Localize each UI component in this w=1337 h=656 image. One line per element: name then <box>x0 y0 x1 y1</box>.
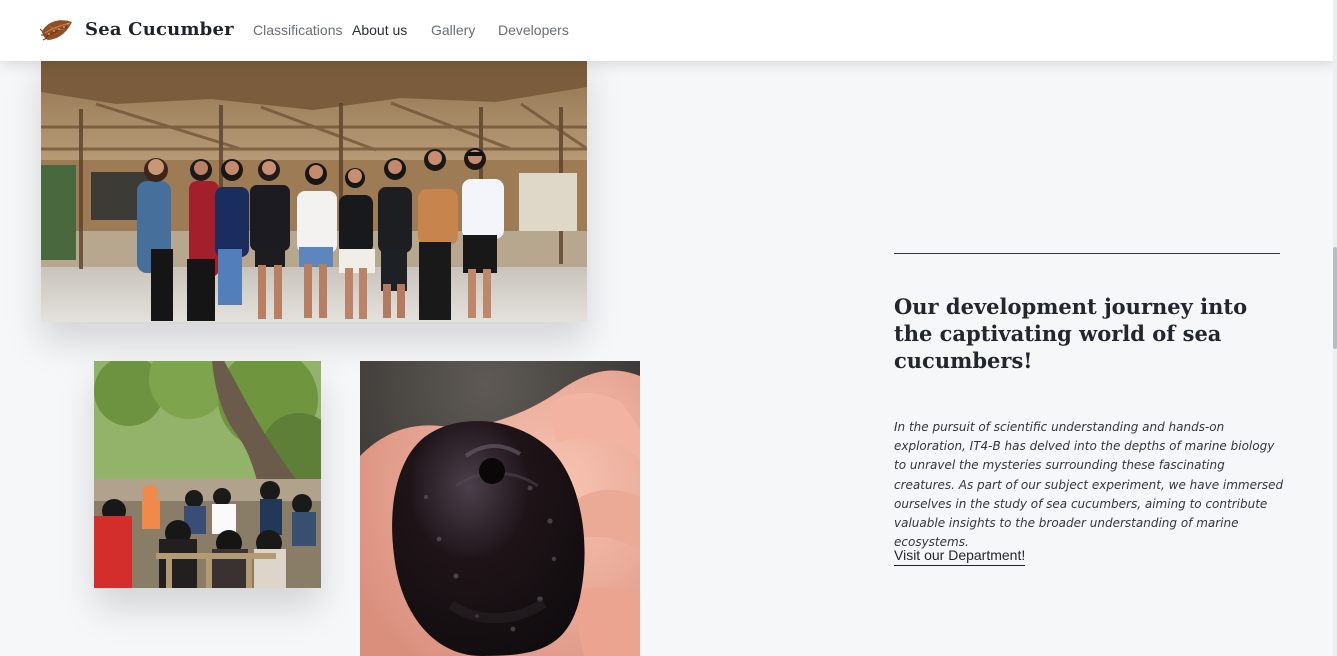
brand-title: Sea Cucumber <box>85 18 234 40</box>
top-navbar: Sea Cucumber Classifications About us Ga… <box>0 0 1337 61</box>
group-photo <box>41 49 587 322</box>
nav-classifications[interactable]: Classifications <box>253 20 342 40</box>
about-description: In the pursuit of scientific understandi… <box>894 420 1284 550</box>
page-scrollbar[interactable] <box>1333 0 1337 656</box>
field-photo <box>94 361 321 588</box>
nav-gallery[interactable]: Gallery <box>431 20 475 40</box>
brand-link[interactable]: Sea Cucumber <box>40 14 234 44</box>
sea-cucumber-photo <box>360 361 640 656</box>
visit-department-link[interactable]: Visit our Department! <box>894 547 1026 566</box>
about-page: Sea Cucumber Classifications About us Ga… <box>0 0 1337 656</box>
sea-cucumber-logo-icon <box>40 20 72 41</box>
nav-about-us[interactable]: About us <box>352 20 407 40</box>
about-headline: Our development journey into the captiva… <box>894 294 1248 373</box>
section-divider <box>894 253 1280 254</box>
page-scrollbar-thumb[interactable] <box>1333 247 1337 349</box>
nav-developers[interactable]: Developers <box>498 20 569 40</box>
